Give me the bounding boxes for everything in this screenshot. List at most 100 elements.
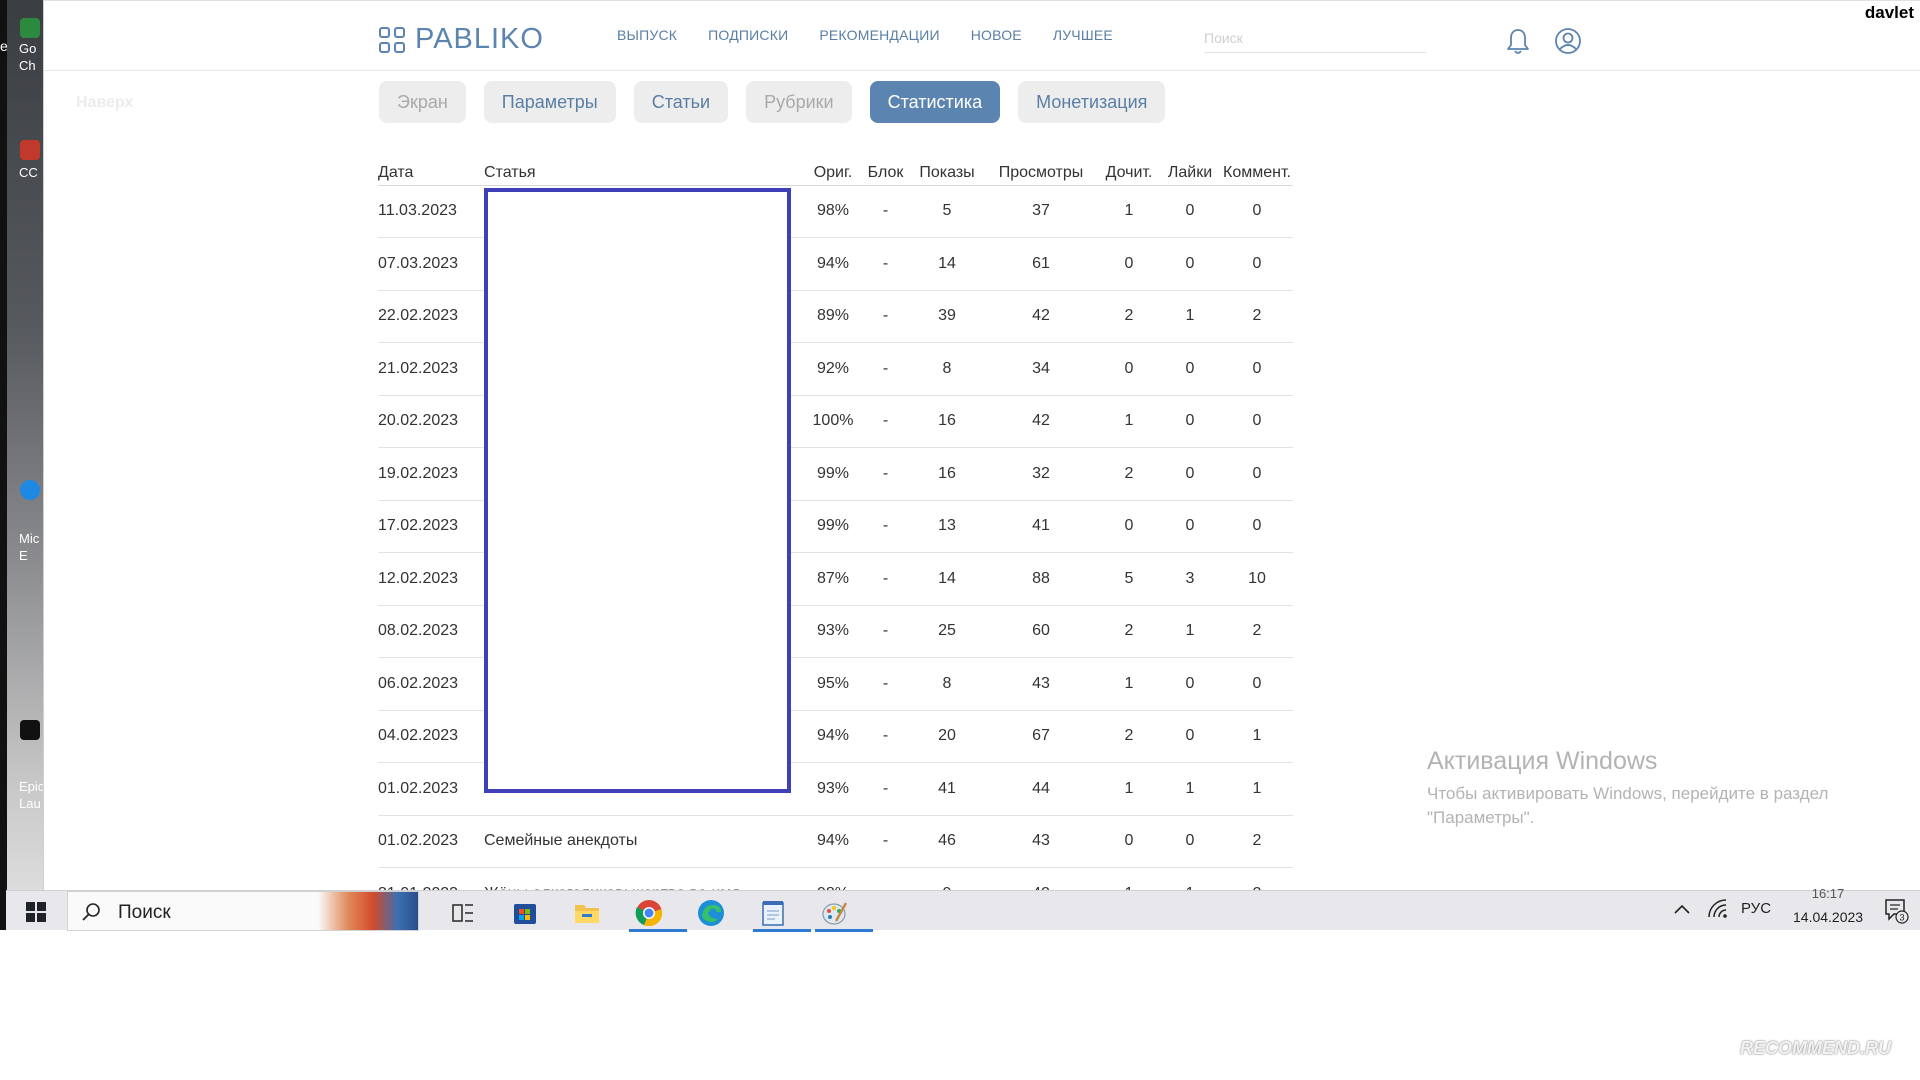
cell-views: 60 (983, 605, 1099, 658)
cell-comments: 0 (1221, 185, 1293, 238)
folder-icon (575, 905, 599, 923)
taskbar: Поиск РУС 16:17 14.04.2023 3 (6, 886, 1920, 932)
table-row[interactable]: 01.02.2023 Семейные анекдоты 94% -46 43 0 0 2 (378, 815, 1293, 868)
cell-likes: 1 (1159, 605, 1221, 658)
activation-title: Активация Windows (1427, 747, 1658, 775)
tab-rubriki[interactable]: Рубрики (746, 81, 852, 123)
taskbar-app-edge[interactable] (691, 895, 731, 931)
cell-article[interactable]: Семейные анекдоты (484, 815, 806, 868)
column-header-read-through[interactable]: Дочит. (1099, 161, 1159, 186)
chrome-shortcut-icon[interactable] (20, 18, 40, 38)
cell-impressions: 46 (911, 815, 983, 868)
cell-views: 41 (983, 500, 1099, 553)
cell-impressions: 20 (911, 710, 983, 763)
cell-likes: 3 (1159, 552, 1221, 606)
notification-center-icon[interactable]: 3 (1882, 896, 1910, 924)
tab-stati[interactable]: Статьи (633, 81, 729, 123)
edge-shortcut-icon[interactable] (20, 480, 40, 500)
taskbar-search-box[interactable]: Поиск (67, 891, 419, 931)
cell-originality: 100% (806, 395, 860, 448)
task-view-button[interactable] (443, 895, 483, 931)
taskbar-app-chrome[interactable] (629, 895, 687, 932)
cell-impressions: 14 (911, 237, 983, 291)
cell-read-through: 1 (1099, 762, 1159, 816)
cell-comments: 0 (1221, 342, 1293, 396)
nav-novoe[interactable]: НОВОЕ (971, 27, 1022, 43)
cell-block: - (860, 762, 911, 816)
taskbar-app-paint[interactable] (815, 895, 873, 932)
wifi-icon[interactable] (1706, 898, 1730, 920)
cell-comments: 10 (1221, 552, 1293, 606)
desktop-dark-edge (0, 0, 7, 930)
scroll-to-top-link[interactable]: Наверх (76, 94, 133, 112)
cc-shortcut-icon[interactable] (20, 140, 40, 160)
clock-date: 14.04.2023 (1793, 909, 1864, 925)
bell-icon[interactable] (1505, 27, 1531, 55)
column-header-date[interactable]: Дата (378, 161, 484, 186)
section-tabs: Экран Параметры Статьи Рубрики Статистик… (379, 81, 1166, 123)
cell-views: 42 (983, 290, 1099, 343)
tab-parametry[interactable]: Параметры (483, 81, 616, 123)
nav-vypusk[interactable]: ВЫПУСК (617, 27, 677, 43)
cell-block: - (860, 290, 911, 343)
cell-originality: 93% (806, 605, 860, 658)
site-search-input[interactable] (1204, 23, 1426, 53)
desktop-shortcut-label: Mic E (19, 531, 40, 563)
nav-podpiski[interactable]: ПОДПИСКИ (708, 27, 788, 43)
chevron-up-icon[interactable] (1671, 898, 1693, 920)
tab-ekran[interactable]: Экран (379, 81, 466, 123)
language-indicator[interactable]: РУС (1741, 900, 1771, 917)
column-header-impressions[interactable]: Показы (911, 161, 983, 186)
clock[interactable]: 16:17 14.04.2023 (1793, 885, 1863, 926)
taskbar-app-notepad[interactable] (753, 895, 811, 932)
cell-block: - (860, 500, 911, 553)
cell-views: 67 (983, 710, 1099, 763)
taskbar-app-store[interactable] (505, 895, 545, 931)
cell-date: 19.02.2023 (378, 447, 484, 501)
tab-monetizatsiya[interactable]: Монетизация (1018, 81, 1166, 123)
tab-statistika[interactable]: Статистика (869, 81, 1001, 123)
windows-start-icon[interactable] (26, 902, 46, 922)
column-header-block[interactable]: Блок (860, 161, 911, 186)
cell-date: 21.02.2023 (378, 342, 484, 396)
profile-icon[interactable] (1554, 27, 1582, 55)
cell-comments: 0 (1221, 237, 1293, 291)
cell-likes: 0 (1159, 395, 1221, 448)
cell-originality: 94% (806, 815, 860, 868)
notepad-icon (762, 901, 784, 926)
cell-likes: 0 (1159, 500, 1221, 553)
nav-rekomendatsii[interactable]: РЕКОМЕНДАЦИИ (819, 27, 939, 43)
cell-comments: 0 (1221, 395, 1293, 448)
cell-block: - (860, 237, 911, 291)
cell-read-through: 5 (1099, 552, 1159, 606)
logo-grid-icon (379, 26, 405, 53)
column-header-views[interactable]: Просмотры (983, 161, 1099, 186)
taskbar-search-label: Поиск (118, 902, 171, 923)
column-header-likes[interactable]: Лайки (1159, 161, 1221, 186)
column-header-article[interactable]: Статья (484, 161, 806, 186)
column-header-comments[interactable]: Коммент. (1221, 161, 1293, 186)
site-logo[interactable]: PABLIKO (379, 23, 544, 56)
cell-read-through: 2 (1099, 605, 1159, 658)
cell-likes: 1 (1159, 762, 1221, 816)
cell-date: 07.03.2023 (378, 237, 484, 291)
cell-comments: 1 (1221, 762, 1293, 816)
cell-block: - (860, 395, 911, 448)
cell-originality: 99% (806, 500, 860, 553)
cell-likes: 0 (1159, 237, 1221, 291)
cell-block: - (860, 815, 911, 868)
taskbar-app-file-explorer[interactable] (567, 895, 607, 931)
activation-subtitle: Чтобы активировать Windows, перейдите в … (1427, 784, 1829, 827)
edge-icon (698, 900, 724, 926)
epic-games-shortcut-icon[interactable] (20, 720, 40, 740)
cell-read-through: 0 (1099, 342, 1159, 396)
cell-date: 17.02.2023 (378, 500, 484, 553)
cell-block: - (860, 710, 911, 763)
cell-block: - (860, 552, 911, 606)
cell-impressions: 39 (911, 290, 983, 343)
column-header-originality[interactable]: Ориг. (806, 161, 860, 186)
search-icon (82, 903, 100, 921)
clock-time: 16:17 (1811, 886, 1845, 901)
nav-luchshee[interactable]: ЛУЧШЕЕ (1053, 27, 1113, 43)
cell-comments: 2 (1221, 290, 1293, 343)
